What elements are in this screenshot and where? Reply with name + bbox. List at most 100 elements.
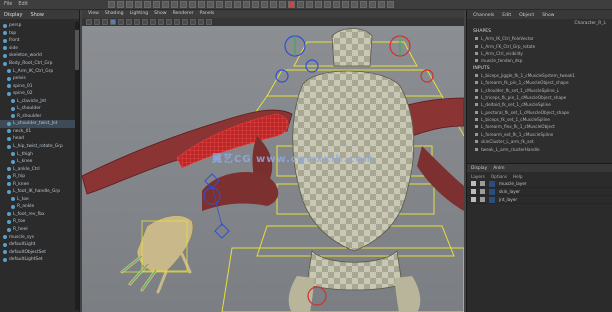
outliner-item[interactable]: L_Arm_IK_Ctrl_Grp	[0, 67, 79, 75]
right-thigh-bone[interactable]	[395, 276, 421, 312]
grid-icon[interactable]	[94, 19, 100, 25]
shelf-tool-icon[interactable]	[117, 1, 124, 8]
outliner-item[interactable]: L_shoulder	[0, 105, 79, 113]
shelf-tool-icon[interactable]	[243, 1, 250, 8]
pelvis-mesh[interactable]	[306, 250, 403, 291]
outliner-item[interactable]: defaultObjectSet	[0, 248, 79, 256]
shape-node[interactable]: L_Arm_IK_Ctrl_PoleVector	[467, 35, 612, 42]
outliner-item[interactable]: L_ankle_Ctrl	[0, 165, 79, 173]
viewport-menu-lighting[interactable]: Lighting	[130, 11, 149, 17]
outliner-item[interactable]: L_knee	[0, 158, 79, 166]
shelf-tool-icon[interactable]	[297, 1, 304, 8]
playback-toggle-icon[interactable]	[480, 181, 485, 186]
layer-color-swatch[interactable]	[489, 196, 495, 203]
neck-mesh[interactable]	[331, 28, 373, 67]
hud-icon[interactable]	[166, 19, 172, 25]
layer-color-swatch[interactable]	[489, 188, 495, 195]
shape-node[interactable]: muscle_tendon_dsp	[467, 57, 612, 64]
shelf-tool-icon[interactable]	[108, 1, 115, 8]
shadow-icon[interactable]	[134, 19, 140, 25]
left-thigh-bone[interactable]	[288, 276, 314, 312]
outliner-item[interactable]: R_shoulder	[0, 113, 79, 121]
shelf-tool-icon[interactable]	[234, 1, 241, 8]
outliner-menu-display[interactable]: Display	[4, 12, 22, 18]
layer-menu-layers[interactable]: Layers	[471, 174, 485, 179]
film-gate-icon[interactable]	[174, 19, 180, 25]
outliner-item[interactable]: L_thigh	[0, 150, 79, 158]
outliner-menu-show[interactable]: Show	[30, 12, 44, 18]
outliner-item[interactable]: neck_01	[0, 128, 79, 136]
outliner-item[interactable]: Body_Root_Ctrl_Grp	[0, 60, 79, 68]
layer-menu-help[interactable]: Help	[513, 174, 523, 179]
xray-icon[interactable]	[142, 19, 148, 25]
outliner-item[interactable]: persp	[0, 22, 79, 30]
input-node[interactable]: L_biceps_jiggle_fk_1_cMuscleSystem_tweak…	[467, 72, 612, 79]
input-node[interactable]: L_forearm_flex_fk_1_cMuscleObject	[467, 123, 612, 130]
shelf-tool-icon[interactable]	[369, 1, 376, 8]
outliner-item[interactable]: R_knee	[0, 180, 79, 188]
wireframe-icon[interactable]	[102, 19, 108, 25]
outliner-item[interactable]: pelvis	[0, 75, 79, 83]
left-hand[interactable]	[120, 173, 230, 294]
outliner-item[interactable]: front	[0, 37, 79, 45]
shape-node[interactable]: L_Arm_Ctrl_visibility	[467, 50, 612, 57]
layer-tab-display[interactable]: Display	[471, 166, 487, 171]
shelf-tool-icon[interactable]	[216, 1, 223, 8]
shelf-tool-icon[interactable]	[126, 1, 133, 8]
shelf-tool-icon[interactable]	[207, 1, 214, 8]
shelf-tool-icon[interactable]	[261, 1, 268, 8]
outliner-item[interactable]: L_shoulder_twist_Jnt	[0, 120, 79, 128]
visibility-toggle-icon[interactable]	[471, 189, 476, 194]
input-node[interactable]: L_deltoid_fk_set_1_cMuscleSpline	[467, 101, 612, 108]
viewport-menu-view[interactable]: View	[88, 11, 99, 17]
viewport-menu-shading[interactable]: Shading	[105, 11, 124, 17]
outliner-item[interactable]: spine_02	[0, 90, 79, 98]
shelf-tool-icon[interactable]	[360, 1, 367, 8]
channel-box-menu-object[interactable]: Object	[519, 13, 534, 19]
frame-icon[interactable]	[198, 19, 204, 25]
resolution-gate-icon[interactable]	[158, 19, 164, 25]
layer-color-swatch[interactable]	[489, 180, 495, 187]
outliner-item[interactable]: L_hip_twist_rotate_Grp	[0, 143, 79, 151]
outliner-item[interactable]: head	[0, 135, 79, 143]
shelf-tool-icon[interactable]	[198, 1, 205, 8]
layer-tab-anim[interactable]: Anim	[493, 166, 504, 171]
frame-selected-icon[interactable]	[206, 19, 212, 25]
outliner-item[interactable]: R_hip	[0, 173, 79, 181]
smooth-shade-icon[interactable]	[110, 19, 116, 25]
shelf-tool-icon[interactable]	[189, 1, 196, 8]
shelf-tool-icon[interactable]	[333, 1, 340, 8]
outliner-item[interactable]: side	[0, 45, 79, 53]
viewport-3d[interactable]: View Shading Lighting Show Renderer Pane…	[82, 10, 464, 312]
input-node[interactable]: L_biceps_fk_set_1_cMuscleSpline	[467, 116, 612, 123]
playback-toggle-icon[interactable]	[480, 189, 485, 194]
outliner-item[interactable]: L_foot_rev_fbx	[0, 211, 79, 219]
viewport-menu-show[interactable]: Show	[154, 11, 166, 17]
outliner-item[interactable]: muscle_sys	[0, 233, 79, 241]
camera-icon[interactable]	[86, 19, 92, 25]
shelf-tool-icon[interactable]	[225, 1, 232, 8]
outliner-item[interactable]: skeleton_world	[0, 52, 79, 60]
input-node[interactable]: tweak_L_arm_clusterHandle	[467, 145, 612, 152]
outliner-item[interactable]: spine_01	[0, 82, 79, 90]
shelf-tool-icon[interactable]	[351, 1, 358, 8]
shelf-tool-icon[interactable]	[387, 1, 394, 8]
blue-controllers[interactable]	[275, 35, 319, 83]
menu-item-file[interactable]: File	[4, 1, 12, 7]
shelf-tool-icon[interactable]	[171, 1, 178, 8]
shelf-tool-icon[interactable]	[153, 1, 160, 8]
layer-menu-options[interactable]: Options	[491, 174, 507, 179]
input-node[interactable]: L_shoulder_fk_set_1_cMuscleSpline_L	[467, 86, 612, 93]
input-node[interactable]: L_triceps_fk_pin_1_cMuscleObject_shape	[467, 94, 612, 101]
isolate-icon[interactable]	[150, 19, 156, 25]
display-layer-row[interactable]: skin_layer	[467, 188, 612, 196]
outliner-item[interactable]: defaultLightSet	[0, 256, 79, 264]
shelf-tool-icon[interactable]	[315, 1, 322, 8]
display-layer-row[interactable]: jnt_layer	[467, 196, 612, 204]
shelf-tool-icon[interactable]	[180, 1, 187, 8]
visibility-toggle-icon[interactable]	[471, 197, 476, 202]
outliner-item[interactable]: L_toe	[0, 196, 79, 204]
safe-area-icon[interactable]	[182, 19, 188, 25]
outliner-item[interactable]: defaultLight	[0, 241, 79, 249]
channel-box-menu-channels[interactable]: Channels	[473, 13, 494, 19]
